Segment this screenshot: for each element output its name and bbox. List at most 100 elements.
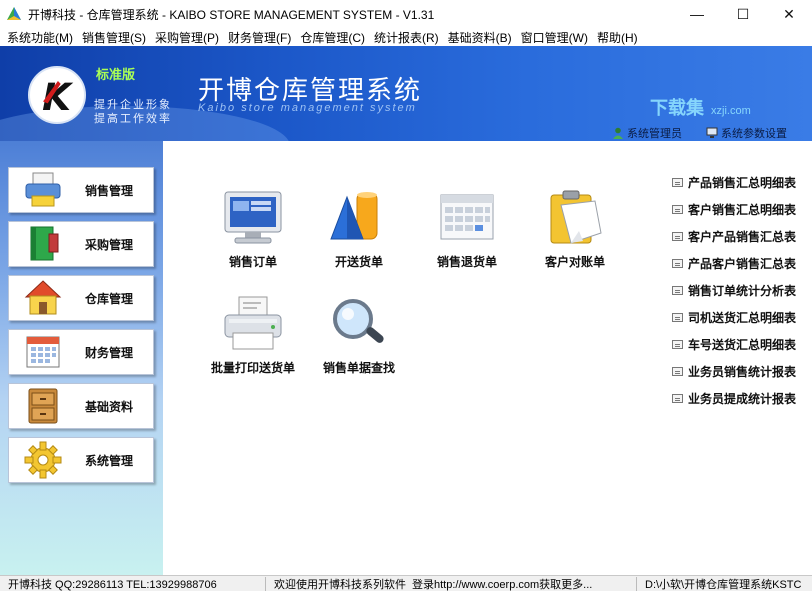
sidebar-item-sales[interactable]: 销售管理 <box>8 167 154 213</box>
report-link[interactable]: 销售订单统计分析表 <box>672 277 796 304</box>
book-icon <box>30 226 59 261</box>
report-label: 业务员销售统计报表 <box>688 365 797 379</box>
tool-order-search[interactable]: 销售单据查找 <box>311 295 407 376</box>
report-link[interactable]: 产品客户销售汇总表 <box>672 250 796 277</box>
sidebar-item-system[interactable]: 系统管理 <box>8 437 154 483</box>
tool-sales-return[interactable]: 销售退货单 <box>419 189 515 270</box>
magnifier-icon <box>333 299 384 343</box>
report-icon <box>672 340 683 349</box>
menu-finance[interactable]: 财务管理(F) <box>225 29 297 46</box>
company-logo: K <box>28 66 86 124</box>
tool-label: 客户对账单 <box>544 255 605 269</box>
printer-icon <box>25 172 61 207</box>
sidebar-item-label: 系统管理 <box>85 453 134 468</box>
sidebar-item-finance[interactable]: 财务管理 <box>8 329 154 375</box>
settings-link[interactable]: 系统参数设置 <box>706 125 787 141</box>
sidebar-item-label: 销售管理 <box>85 183 134 198</box>
shapes-icon <box>330 192 378 240</box>
calendar-icon <box>440 194 494 240</box>
tool-batch-print[interactable]: 批量打印送货单 <box>205 295 301 376</box>
report-icon <box>672 259 683 268</box>
system-subtitle: Kaibo store management system <box>198 102 417 114</box>
sidebar-item-label: 仓库管理 <box>85 291 134 306</box>
report-link[interactable]: 司机送货汇总明细表 <box>672 304 796 331</box>
window-title: 开博科技 - 仓库管理系统 - KAIBO STORE MANAGEMENT S… <box>28 7 435 22</box>
sidebar-item-label: 基础资料 <box>85 399 134 414</box>
report-list: 产品销售汇总明细表 客户销售汇总明细表 客户产品销售汇总表 产品客户销售汇总表 … <box>672 169 796 412</box>
report-icon <box>672 313 683 322</box>
tool-label: 开送货单 <box>334 255 383 269</box>
user-icon <box>613 127 623 139</box>
menu-purchase[interactable]: 采购管理(P) <box>152 29 225 46</box>
tool-delivery-note[interactable]: 开送货单 <box>311 189 407 270</box>
report-link[interactable]: 车号送货汇总明细表 <box>672 331 796 358</box>
status-login: 登录http://www.coerp.com获取更多... <box>412 578 593 591</box>
report-label: 车号送货汇总明细表 <box>688 338 797 352</box>
clipboard-icon <box>550 190 602 244</box>
report-icon <box>672 205 683 214</box>
report-label: 销售订单统计分析表 <box>688 284 797 298</box>
menu-system[interactable]: 系统功能(M) <box>4 29 79 46</box>
monitor-icon <box>224 191 282 244</box>
status-bar: 开博科技 QQ:29286113 TEL:13929988706 欢迎使用开博科… <box>0 575 812 591</box>
report-icon <box>672 232 683 241</box>
settings-link-label: 系统参数设置 <box>721 128 787 140</box>
cabinet-icon <box>28 388 58 424</box>
watermark-en: xzji.com <box>711 105 751 117</box>
computer-icon <box>706 127 718 138</box>
slogan-line-2: 提高工作效率 <box>94 113 172 125</box>
report-label: 产品客户销售汇总表 <box>688 257 797 271</box>
report-link[interactable]: 业务员提成统计报表 <box>672 385 796 412</box>
report-link[interactable]: 业务员销售统计报表 <box>672 358 796 385</box>
menu-sales[interactable]: 销售管理(S) <box>79 29 152 46</box>
sidebar-item-label: 采购管理 <box>85 237 134 252</box>
printer-icon <box>224 296 282 350</box>
report-label: 客户销售汇总明细表 <box>688 203 797 217</box>
menu-reports[interactable]: 统计报表(R) <box>371 29 445 46</box>
report-icon <box>672 394 683 403</box>
report-link[interactable]: 客户销售汇总明细表 <box>672 196 796 223</box>
tool-label: 销售退货单 <box>436 255 497 269</box>
menu-window[interactable]: 窗口管理(W) <box>518 29 594 46</box>
status-welcome: 欢迎使用开博科技系列软件 <box>274 578 406 591</box>
title-bar: 开博科技 - 仓库管理系统 - KAIBO STORE MANAGEMENT S… <box>0 0 812 28</box>
menu-help[interactable]: 帮助(H) <box>594 29 644 46</box>
tool-label: 批量打印送货单 <box>210 361 295 375</box>
header-banner: K 标准版 提升企业形象 提高工作效率 开博仓库管理系统 Kaibo store… <box>0 46 812 141</box>
app-icon <box>7 7 21 20</box>
sidebar-item-label: 财务管理 <box>85 345 134 360</box>
report-icon <box>672 367 683 376</box>
close-button[interactable]: ✕ <box>766 0 812 28</box>
report-link[interactable]: 产品销售汇总明细表 <box>672 169 796 196</box>
calendar-icon <box>26 336 60 368</box>
admin-link-label: 系统管理员 <box>627 128 682 140</box>
menu-warehouse[interactable]: 仓库管理(C) <box>297 29 371 46</box>
report-label: 产品销售汇总明细表 <box>688 176 797 190</box>
house-icon <box>24 280 62 315</box>
sidebar-item-basic-data[interactable]: 基础资料 <box>8 383 154 429</box>
maximize-button[interactable]: ☐ <box>720 0 766 28</box>
minimize-button[interactable]: — <box>674 0 720 28</box>
status-company: 开博科技 QQ:29286113 TEL:13929988706 <box>8 578 217 591</box>
menu-basic-data[interactable]: 基础资料(B) <box>445 29 518 46</box>
watermark: 下载集 xzji.com <box>650 94 751 120</box>
admin-link[interactable]: 系统管理员 <box>612 125 682 141</box>
sidebar-item-purchase[interactable]: 采购管理 <box>8 221 154 267</box>
report-link[interactable]: 客户产品销售汇总表 <box>672 223 796 250</box>
menu-bar: 系统功能(M) 销售管理(S) 采购管理(P) 财务管理(F) 仓库管理(C) … <box>0 28 812 46</box>
report-icon <box>672 286 683 295</box>
edition-label: 标准版 <box>96 67 136 82</box>
tool-label: 销售单据查找 <box>322 361 395 375</box>
report-label: 司机送货汇总明细表 <box>688 311 797 325</box>
watermark-cn: 下载集 <box>650 98 704 118</box>
tool-customer-statement[interactable]: 客户对账单 <box>527 189 623 270</box>
sidebar: 销售管理 采购管理 仓库管理 财务管理 基础资料 系统管理 <box>0 141 163 575</box>
tool-label: 销售订单 <box>228 255 277 269</box>
report-label: 业务员提成统计报表 <box>688 392 797 406</box>
tool-sales-order[interactable]: 销售订单 <box>205 189 301 270</box>
sidebar-item-warehouse[interactable]: 仓库管理 <box>8 275 154 321</box>
status-path: D:\小软\开博仓库管理系统KSTC <box>645 578 802 591</box>
gear-icon <box>24 441 62 479</box>
report-label: 客户产品销售汇总表 <box>688 230 797 244</box>
main-panel: 销售订单 开送货单 销售退货单 客户对账单 批量打印送货单 销售单据查找 产品销… <box>163 141 812 575</box>
